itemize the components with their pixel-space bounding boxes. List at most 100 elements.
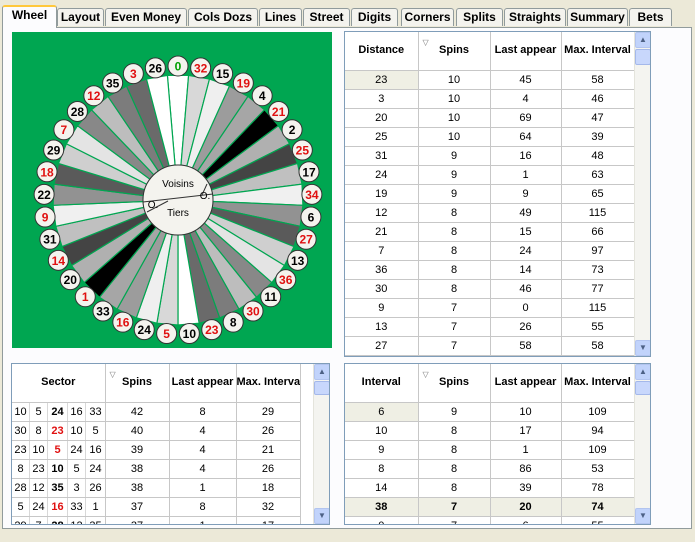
table-row[interactable]: 25 10 64 39 (345, 127, 635, 147)
tab-splits[interactable]: Splits (456, 8, 503, 26)
column-header[interactable]: Interval (345, 364, 419, 403)
table-cell: 74 (561, 497, 635, 517)
table-row[interactable]: 23 10 5 24 16 39 4 21 (12, 440, 301, 460)
table-row[interactable]: 20 10 69 47 (345, 108, 635, 128)
table-row[interactable]: 23 10 45 58 (345, 70, 635, 90)
table-cell: 17 (236, 516, 301, 524)
table-cell: 39 (490, 478, 562, 498)
sector-number: 33 (68, 497, 86, 515)
zone-label-tiers: Tiers (167, 208, 189, 219)
table-cell: 77 (561, 279, 635, 299)
table-row[interactable]: 10 8 17 94 (345, 421, 635, 441)
column-header-label: Spins (122, 376, 152, 389)
column-header[interactable]: Sector (12, 364, 106, 403)
table-row[interactable]: 19 9 9 65 (345, 184, 635, 204)
table-row[interactable]: 30 8 46 77 (345, 279, 635, 299)
table-row[interactable]: 13 7 26 55 (345, 317, 635, 337)
scroll-thumb[interactable] (314, 381, 329, 395)
table-row[interactable]: 3 10 4 46 (345, 89, 635, 109)
tab-straights[interactable]: Straights (504, 8, 566, 26)
vertical-scrollbar[interactable]: ▲ ▼ (634, 364, 650, 524)
table-cell: 36 (345, 260, 419, 280)
scroll-thumb[interactable] (635, 49, 650, 65)
table-row[interactable]: 8 23 10 5 24 38 4 26 (12, 459, 301, 479)
table-row[interactable]: 21 8 15 66 (345, 222, 635, 242)
column-header[interactable]: Max. Interval (561, 32, 635, 71)
table-row[interactable]: 36 8 14 73 (345, 260, 635, 280)
table-row[interactable]: 29728123537117 (12, 516, 301, 524)
vertical-scrollbar[interactable]: ▲ ▼ (634, 32, 650, 356)
column-header[interactable]: ▽ Spins (418, 364, 491, 403)
table-row[interactable]: 27 7 58 58 (345, 336, 635, 356)
tab-summary[interactable]: Summary (567, 8, 628, 26)
sector-number: 10 (30, 440, 48, 458)
table-row[interactable]: 6 9 10 109 (345, 402, 635, 422)
table-cell: 8 (418, 203, 491, 223)
tab-wheel[interactable]: Wheel (2, 5, 57, 28)
column-header[interactable]: Max. Interval (561, 364, 635, 403)
table-cell: 16 (490, 146, 562, 166)
table-row[interactable]: 07655 (345, 516, 635, 524)
table-cell: 10 (418, 89, 491, 109)
zone-label-orphelins-right: O. (200, 191, 211, 202)
column-header[interactable]: Last appear (169, 364, 237, 403)
column-header-label: Sector (41, 376, 76, 389)
table-cell: 10 (418, 108, 491, 128)
table-row[interactable]: 38 7 20 74 (345, 497, 635, 517)
scroll-thumb[interactable] (635, 381, 650, 395)
tab-cols-dozs[interactable]: Cols Dozs (188, 8, 258, 26)
table-row[interactable]: 30 8 23 10 5 40 4 26 (12, 421, 301, 441)
table-cell: 7 (418, 516, 491, 524)
tab-corners[interactable]: Corners (401, 8, 454, 26)
tab-bets[interactable]: Bets (629, 8, 672, 26)
scroll-down-button[interactable]: ▼ (635, 508, 650, 524)
sector-numbers-cell: 28 12 35 3 26 (12, 478, 106, 498)
tab-lines[interactable]: Lines (259, 8, 302, 26)
table-row[interactable]: 28 12 35 3 26 38 1 18 (12, 478, 301, 498)
sector-number: 5 (68, 459, 86, 477)
column-header[interactable]: Max. Interval (236, 364, 301, 403)
table-cell: 65 (561, 184, 635, 204)
tab-digits[interactable]: Digits (351, 8, 398, 26)
tab-street[interactable]: Street (303, 8, 350, 26)
tab-bar: Wheel Layout Even Money Cols Dozs Lines Stree… (0, 0, 695, 28)
table-cell: 8 (418, 421, 491, 441)
sector-number: 33 (89, 405, 102, 418)
table-row[interactable]: 9 7 0 115 (345, 298, 635, 318)
table-row[interactable]: 14 8 39 78 (345, 478, 635, 498)
wheel-number-label: 7 (61, 123, 68, 137)
table-cell: 18 (236, 478, 301, 498)
scroll-up-button[interactable]: ▲ (635, 32, 650, 48)
table-row[interactable]: 12 8 49 115 (345, 203, 635, 223)
table-cell: 7 (418, 497, 491, 517)
scroll-down-button[interactable]: ▼ (635, 340, 650, 356)
table-row[interactable]: 31 9 16 48 (345, 146, 635, 166)
table-row[interactable]: 8 8 86 53 (345, 459, 635, 479)
scroll-down-button[interactable]: ▼ (314, 508, 329, 524)
table-cell: 1 (169, 478, 237, 498)
table-row[interactable]: 9 8 1 109 (345, 440, 635, 460)
table-row[interactable]: 5 24 16 33 1 37 8 32 (12, 497, 301, 517)
tab-even-money[interactable]: Even Money (105, 8, 187, 26)
table-cell: 8 (418, 222, 491, 242)
column-header[interactable]: Last appear (490, 32, 562, 71)
scroll-up-button[interactable]: ▲ (314, 364, 329, 380)
sector-numbers-cell: 30 8 23 10 5 (12, 421, 106, 441)
scroll-up-button[interactable]: ▲ (635, 364, 650, 380)
tab-layout[interactable]: Layout (57, 8, 104, 26)
table-row[interactable]: 7 8 24 97 (345, 241, 635, 261)
table-cell: 97 (561, 241, 635, 261)
column-header[interactable]: ▽ Spins (105, 364, 170, 403)
table-cell: 58 (490, 336, 562, 356)
table-cell: 9 (345, 298, 419, 318)
column-header[interactable]: ▽ Spins (418, 32, 491, 71)
sector-number: 10 (12, 402, 30, 420)
column-header[interactable]: Last appear (490, 364, 562, 403)
wheel-number-label: 0 (175, 60, 182, 74)
sector-number: 10 (68, 421, 86, 439)
table-row[interactable]: 07655 (345, 355, 635, 356)
table-row[interactable]: 24 9 1 63 (345, 165, 635, 185)
table-row[interactable]: 10 5 24 16 33 42 8 29 (12, 402, 301, 422)
column-header[interactable]: Distance (345, 32, 419, 71)
vertical-scrollbar[interactable]: ▲ ▼ (313, 364, 329, 524)
